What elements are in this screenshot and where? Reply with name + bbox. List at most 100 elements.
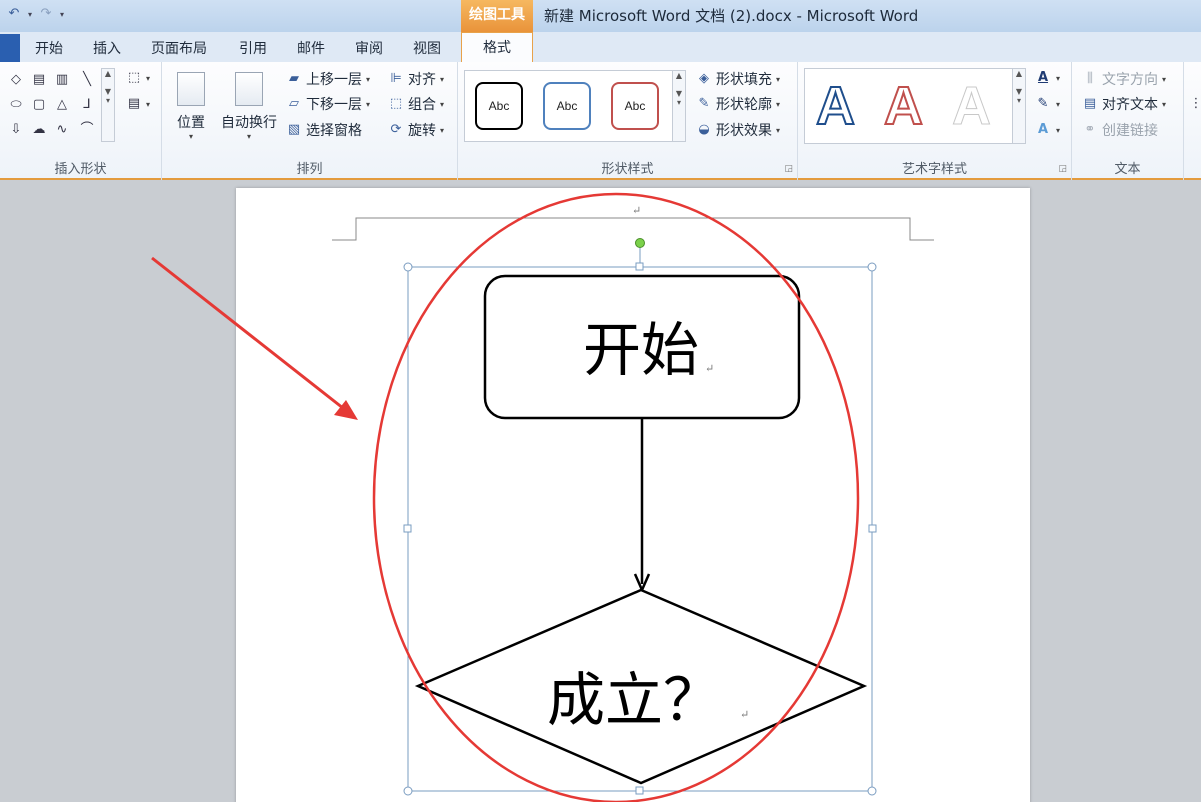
shape-outline-button[interactable]: ✎ 形状轮廓 ▾ [696,93,780,115]
group-label: 组合 [408,97,436,113]
shape-style-black[interactable]: Abc [475,82,523,130]
align-icon: ⊫ [390,71,402,86]
wordart-gallery-scroll[interactable]: ▲ ▼ ▾ [1012,68,1026,144]
rotate-label: 旋转 [408,123,436,139]
bring-forward-dropdown-icon: ▾ [366,74,371,84]
tab-page-layout[interactable]: 页面布局 [151,38,207,58]
tab-references[interactable]: 引用 [239,38,267,58]
align-text-icon: ▤ [1083,96,1097,111]
shape-effects-icon: ◒ [698,122,710,137]
bring-forward-button[interactable]: ▰ 上移一层 ▾ [286,68,370,90]
shape-styles-gallery-scroll[interactable]: ▲ ▼ ▾ [672,70,686,142]
ribbon-tab-row: 开始 插入 页面布局 引用 邮件 审阅 视图 格式 [0,32,1201,63]
bring-forward-icon: ▰ [289,71,299,86]
group-arrange: 位置 ▾ 自动换行 ▾ ▰ 上移一层 ▾ ▱ 下移一层 ▾ ▧ 选择窗格 ⊫ 对… [162,62,458,180]
edit-shape-icon[interactable]: ⬚ [126,70,142,86]
shape-effects-dropdown-icon: ▾ [776,125,781,135]
shape-style-blue[interactable]: Abc [543,82,591,130]
create-link-button[interactable]: ⚭ 创建链接 [1082,119,1158,141]
text-direction-icon: ⫼ [1087,71,1093,86]
align-text-label: 对齐文本 [1102,97,1158,113]
shape-fill-button[interactable]: ◈ 形状填充 ▾ [696,68,780,90]
tab-home[interactable]: 开始 [35,38,63,58]
shape-fill-label: 形状填充 [716,72,772,88]
undo-dropdown-icon[interactable]: ▾ [26,10,34,19]
tab-view[interactable]: 视图 [413,38,441,58]
shape-styles-dialog-launcher-icon[interactable]: ◲ [784,164,793,174]
send-backward-button[interactable]: ▱ 下移一层 ▾ [286,93,370,115]
annotation-arrow-layer [151,256,358,420]
diamond-shape-icon[interactable]: ◇ [8,72,24,88]
textbox-shape-icon[interactable]: ▤ [31,72,47,88]
elbow-connector-icon[interactable]: ⅃ [79,97,95,113]
file-tab[interactable] [0,34,20,62]
group-shape-styles: Abc Abc Abc ▲ ▼ ▾ ◈ 形状填充 ▾ ✎ 形状轮廓 ▾ ◒ 形状效果… [458,62,798,180]
tab-review[interactable]: 审阅 [355,38,383,58]
vertical-textbox-icon[interactable]: ▥ [54,72,70,88]
send-backward-icon: ▱ [289,96,299,111]
shape-style-red[interactable]: Abc [611,82,659,130]
freeform-shape-icon[interactable]: ☁ [31,122,47,138]
text-direction-dropdown-icon: ▾ [1162,74,1167,84]
text-outline-icon[interactable]: ✎ [1035,96,1051,112]
wordart-style-white[interactable]: A [952,76,992,137]
group-dropdown-icon: ▾ [440,99,445,109]
send-backward-label: 下移一层 [306,97,362,113]
text-effects-icon[interactable]: A [1035,122,1051,138]
link-icon: ⚭ [1084,122,1096,137]
position-dropdown-icon: ▾ [188,132,193,141]
wordart-style-blue[interactable]: A [815,75,856,137]
text-direction-button[interactable]: ⫼ 文字方向 ▾ [1082,68,1166,90]
scribble-shape-icon[interactable]: ∿ [54,122,70,138]
ribbon: ◇ ▤ ▥ ╲ ⬭ ▢ △ ⅃ ⇩ ☁ ∿ ⌒ ▲ ▼ ▾ ⬚ ▾ ▤ ▾ 插入形状… [0,62,1201,180]
align-dropdown-icon: ▾ [440,74,445,84]
position-icon [177,72,205,106]
wordart-style-red[interactable]: A [883,75,924,137]
align-label: 对齐 [408,72,436,88]
selection-pane-button[interactable]: ▧ 选择窗格 [286,119,362,141]
text-fill-dropdown-icon: ▾ [1056,74,1061,83]
wordart-dialog-launcher-icon[interactable]: ◲ [1058,164,1067,174]
shape-effects-label: 形状效果 [716,123,772,139]
rounded-rect-shape-icon[interactable]: ▢ [31,97,47,113]
group-label-wordart-styles: 艺术字样式 [901,162,967,177]
shape-outline-label: 形状轮廓 [716,97,772,113]
align-button[interactable]: ⊫ 对齐 ▾ [388,68,444,90]
oval-shape-icon[interactable]: ⬭ [8,97,24,113]
selection-pane-icon: ▧ [287,122,301,137]
undo-icon[interactable]: ↶ [6,6,22,22]
shape-effects-button[interactable]: ◒ 形状效果 ▾ [696,119,780,141]
triangle-shape-icon[interactable]: △ [54,97,70,113]
position-label: 位置 [177,115,205,131]
tab-insert[interactable]: 插入 [93,38,121,58]
draw-textbox-icon[interactable]: ▤ [126,96,142,112]
red-annotation-arrow [151,256,349,414]
align-text-dropdown-icon: ▾ [1162,99,1167,109]
group-insert-shapes: ◇ ▤ ▥ ╲ ⬭ ▢ △ ⅃ ⇩ ☁ ∿ ⌒ ▲ ▼ ▾ ⬚ ▾ ▤ ▾ 插入形状 [0,62,162,180]
title-bar: ↶ ▾ ↷ ▾ 绘图工具 新建 Microsoft Word 文档 (2).do… [0,0,1201,32]
line-shape-icon[interactable]: ╲ [79,72,95,88]
arc-shape-icon[interactable]: ⌒ [79,122,95,138]
group-button[interactable]: ⬚ 组合 ▾ [388,93,444,115]
tab-mailings[interactable]: 邮件 [297,38,325,58]
wrap-text-label: 自动换行 [221,115,277,131]
ribbon-overflow-icon[interactable]: ⋮ [1188,96,1201,112]
group-label-insert-shapes: 插入形状 [54,162,107,177]
customize-qat-icon[interactable]: ▾ [58,10,66,19]
text-outline-dropdown-icon: ▾ [1056,100,1061,109]
down-arrow-shape-icon[interactable]: ⇩ [8,122,24,138]
wrap-text-icon [235,72,263,106]
draw-textbox-dropdown-icon: ▾ [146,100,151,109]
edit-shape-dropdown-icon: ▾ [146,74,151,83]
wrap-text-button[interactable]: 自动换行 ▾ [218,72,280,141]
pen-outline-icon: ✎ [698,96,710,111]
redo-icon[interactable]: ↷ [38,6,54,22]
rotate-button[interactable]: ⟳ 旋转 ▾ [388,119,444,141]
position-button[interactable]: 位置 ▾ [172,72,210,141]
rotate-icon: ⟳ [390,122,402,137]
shapes-gallery-scroll[interactable]: ▲ ▼ ▾ [101,68,115,142]
shape-outline-dropdown-icon: ▾ [776,99,781,109]
align-text-button[interactable]: ▤ 对齐文本 ▾ [1082,93,1166,115]
text-fill-icon[interactable]: A [1035,70,1051,86]
tab-format[interactable]: 格式 [461,32,533,63]
